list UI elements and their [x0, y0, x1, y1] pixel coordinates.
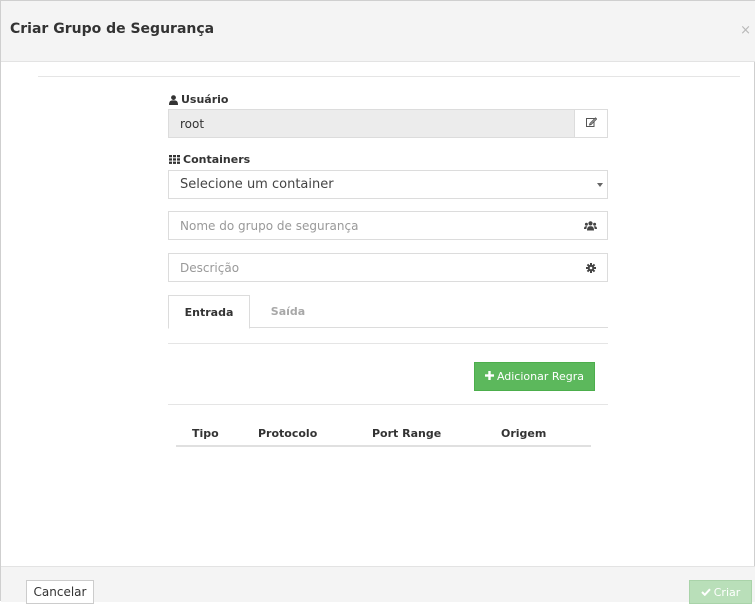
chevron-down-icon [597, 183, 603, 187]
create-label: Criar [713, 585, 741, 599]
body-divider [38, 76, 740, 77]
add-rule-label: Adicionar Regra [496, 370, 585, 383]
modal-header: Criar Grupo de Segurança × [1, 1, 755, 62]
column-header-tipo: Tipo [192, 427, 219, 440]
edit-icon [585, 116, 597, 131]
close-button[interactable]: × [740, 23, 751, 38]
gear-icon [574, 254, 607, 281]
plus-icon [484, 370, 494, 383]
edit-user-button[interactable] [574, 110, 607, 137]
modal-title: Criar Grupo de Segurança [10, 21, 215, 37]
users-icon [574, 212, 607, 239]
column-header-origem: Origem [501, 427, 547, 440]
usuario-label-text: Usuário [181, 93, 229, 106]
column-header-port-range: Port Range [372, 427, 442, 440]
usuario-value: root [180, 117, 205, 131]
th-grid-icon [169, 155, 180, 164]
column-header-protocolo: Protocolo [258, 427, 318, 440]
description-placeholder: Descrição [180, 261, 240, 275]
containers-label: Containers [169, 153, 250, 166]
user-icon [169, 94, 178, 105]
rules-divider [168, 404, 608, 405]
check-icon [701, 586, 711, 599]
modal-footer: Cancelar Criar [1, 566, 755, 604]
tab-content-divider [168, 343, 608, 344]
tab-saida[interactable]: Saída [251, 295, 325, 328]
cancel-button[interactable]: Cancelar [26, 580, 94, 604]
container-select[interactable]: Selecione um container [168, 170, 608, 199]
usuario-label: Usuário [169, 93, 229, 106]
rules-table-header: Tipo Protocolo Port Range Origem [176, 421, 591, 447]
tab-entrada[interactable]: Entrada [168, 295, 250, 329]
containers-label-text: Containers [183, 153, 251, 166]
name-placeholder: Nome do grupo de segurança [180, 219, 359, 233]
add-rule-button[interactable]: Adicionar Regra [474, 362, 595, 391]
rules-tabs: Entrada Saída [168, 295, 608, 329]
container-select-value: Selecione um container [180, 177, 334, 192]
create-security-group-modal: Criar Grupo de Segurança × Usuário root … [0, 0, 755, 604]
create-button[interactable]: Criar [689, 580, 752, 604]
description-input[interactable]: Descrição [168, 253, 608, 282]
usuario-field: root [168, 109, 608, 138]
security-group-name-input[interactable]: Nome do grupo de segurança [168, 211, 608, 240]
